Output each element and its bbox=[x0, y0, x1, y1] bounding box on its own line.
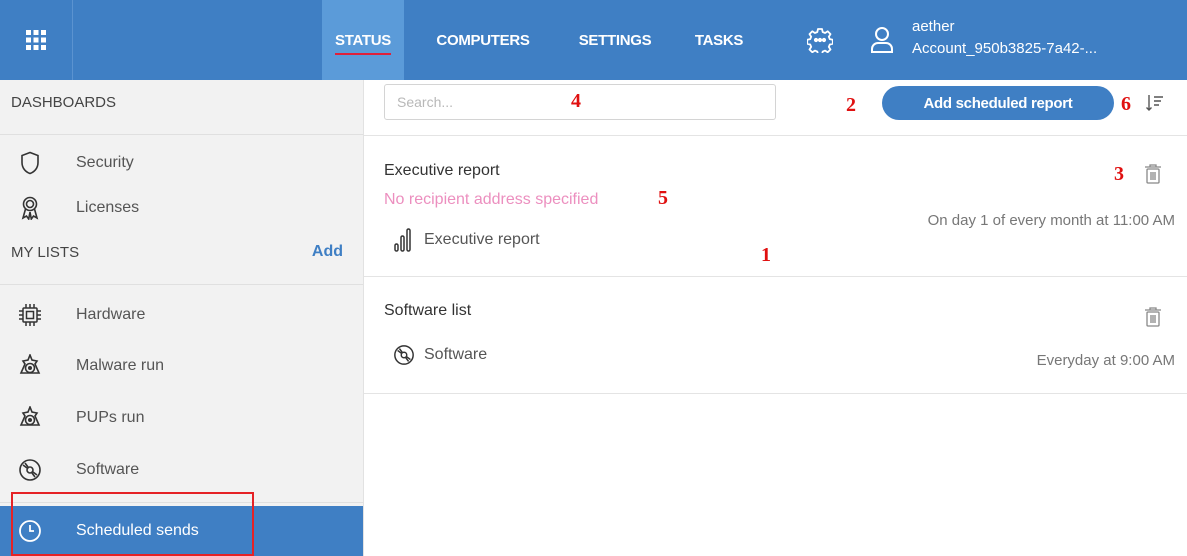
annotation-6: 6 bbox=[1121, 93, 1131, 115]
sidebar-divider bbox=[0, 502, 363, 503]
account-info[interactable]: aether Account_950b3825-7a42-... bbox=[912, 16, 1097, 60]
trash-icon bbox=[1145, 307, 1161, 327]
nav-tasks[interactable]: TASKS bbox=[684, 0, 754, 80]
nav-computers-label: COMPUTERS bbox=[436, 31, 530, 49]
report-schedule: Everyday at 9:00 AM bbox=[1036, 352, 1175, 369]
sidebar-item-label: Licenses bbox=[76, 199, 140, 216]
trash-icon bbox=[1145, 164, 1161, 184]
gear-icon[interactable] bbox=[804, 24, 836, 56]
sidebar-item-malware-run[interactable]: Malware run bbox=[0, 346, 363, 386]
user-icon[interactable] bbox=[866, 24, 898, 56]
nav-tasks-label: TASKS bbox=[694, 31, 744, 49]
nav-status-label: STATUS bbox=[335, 31, 391, 55]
sidebar-item-security[interactable]: Security bbox=[0, 143, 363, 183]
report-warning: No recipient address specified bbox=[384, 191, 599, 208]
malware-icon bbox=[16, 352, 44, 380]
annotation-5: 5 bbox=[658, 187, 668, 209]
sidebar-item-hardware[interactable]: Hardware bbox=[0, 295, 363, 335]
sidebar-item-label: Malware run bbox=[76, 357, 165, 374]
sidebar-item-label: Hardware bbox=[76, 306, 146, 323]
report-title[interactable]: Executive report bbox=[384, 162, 500, 180]
annotation-3: 3 bbox=[1114, 163, 1124, 185]
add-list-link[interactable]: Add bbox=[312, 243, 343, 261]
chip-icon bbox=[16, 301, 44, 329]
add-scheduled-report-button[interactable]: Add scheduled report bbox=[882, 86, 1114, 120]
annotation-1: 1 bbox=[761, 244, 771, 266]
delete-report-button[interactable] bbox=[1142, 162, 1164, 186]
bar-chart-icon bbox=[392, 227, 416, 253]
nav-settings[interactable]: SETTINGS bbox=[566, 0, 664, 80]
nav-status[interactable]: STATUS bbox=[322, 0, 404, 80]
shield-icon bbox=[16, 149, 44, 177]
grid-icon[interactable] bbox=[20, 24, 52, 56]
account-id: Account_950b3825-7a42-... bbox=[912, 40, 1098, 57]
sidebar: DASHBOARDS Security Licenses MY LISTS Ad… bbox=[0, 80, 364, 556]
report-type-label: Executive report bbox=[424, 231, 540, 248]
report-type-label: Software bbox=[424, 346, 488, 363]
report-type: Executive report bbox=[392, 227, 540, 253]
annotation-4: 4 bbox=[571, 90, 581, 112]
dashboards-heading: DASHBOARDS bbox=[11, 94, 117, 111]
top-bar: STATUS COMPUTERS SETTINGS TASKS aether A… bbox=[0, 0, 1187, 80]
sidebar-item-label: Scheduled sends bbox=[76, 522, 199, 539]
sidebar-divider bbox=[0, 284, 363, 285]
top-divider bbox=[72, 0, 73, 80]
award-icon bbox=[16, 194, 44, 222]
my-lists-heading: MY LISTS bbox=[11, 244, 80, 261]
sidebar-divider bbox=[0, 134, 363, 135]
nav-computers[interactable]: COMPUTERS bbox=[424, 0, 542, 80]
delete-report-button[interactable] bbox=[1142, 305, 1164, 329]
disc-icon bbox=[16, 456, 44, 484]
sidebar-item-pups-run[interactable]: PUPs run bbox=[0, 398, 363, 438]
sort-icon[interactable] bbox=[1142, 90, 1168, 116]
report-schedule: On day 1 of every month at 11:00 AM bbox=[927, 212, 1175, 229]
sidebar-item-scheduled-sends[interactable]: Scheduled sends bbox=[0, 506, 363, 556]
report-title[interactable]: Software list bbox=[384, 302, 471, 320]
clock-icon bbox=[16, 517, 44, 545]
report-type: Software bbox=[392, 342, 487, 368]
divider bbox=[364, 393, 1187, 394]
sidebar-item-licenses[interactable]: Licenses bbox=[0, 188, 363, 228]
annotation-2: 2 bbox=[846, 94, 856, 116]
sidebar-item-software[interactable]: Software bbox=[0, 450, 363, 490]
divider bbox=[364, 276, 1187, 277]
divider bbox=[364, 135, 1187, 136]
account-name: aether bbox=[912, 18, 955, 35]
nav-settings-label: SETTINGS bbox=[578, 31, 652, 49]
sidebar-item-label: PUPs run bbox=[76, 409, 145, 426]
sidebar-item-label: Security bbox=[76, 154, 134, 171]
pup-icon bbox=[16, 404, 44, 432]
disc-icon bbox=[392, 342, 416, 368]
sidebar-item-label: Software bbox=[76, 461, 140, 478]
